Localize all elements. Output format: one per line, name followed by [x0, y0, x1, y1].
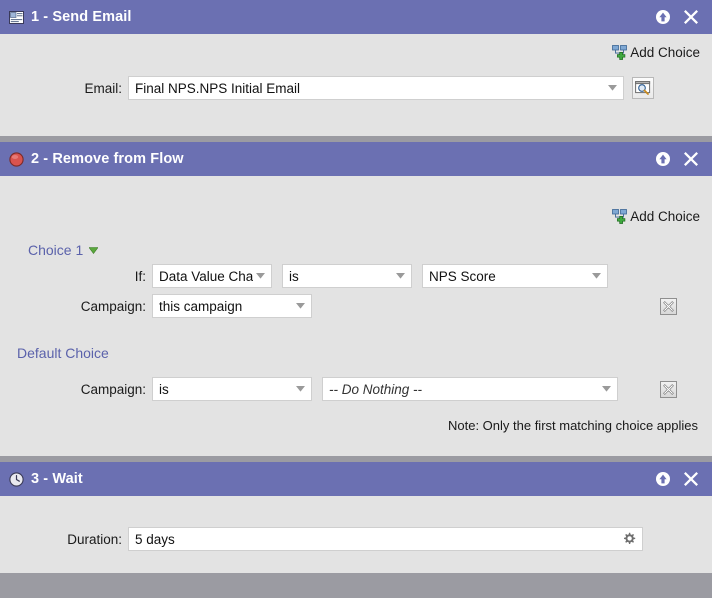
choice-1-delete-button[interactable] — [660, 297, 677, 315]
close-icon[interactable] — [680, 468, 702, 490]
email-preview-button[interactable] — [632, 77, 654, 99]
chevron-down-icon[interactable] — [393, 273, 407, 279]
duration-value: 5 days — [135, 531, 175, 547]
email-input[interactable]: Final NPS.NPS Initial Email — [128, 76, 624, 100]
remove-icon — [8, 151, 24, 167]
email-value: Final NPS.NPS Initial Email — [135, 80, 301, 96]
default-choice-delete-button[interactable] — [660, 380, 677, 398]
chevron-down-icon[interactable] — [589, 273, 603, 279]
choice-note: Note: Only the first matching choice app… — [447, 418, 698, 433]
default-campaign-label: Campaign: — [80, 381, 146, 397]
choice-1-campaign-row: Campaign: this campaign — [0, 294, 712, 318]
default-campaign-select[interactable]: is — [152, 377, 312, 401]
default-campaign-value: is — [159, 381, 169, 397]
add-choice-label: Add Choice — [630, 44, 700, 60]
panel-title-remove-from-flow: 2 - Remove from Flow — [31, 151, 184, 167]
add-choice-row-2: Add Choice — [0, 176, 712, 226]
chevron-down-icon[interactable] — [293, 386, 307, 392]
email-field-row: Email: Final NPS.NPS Initial Email — [0, 62, 712, 100]
duration-label: Duration: — [67, 531, 122, 547]
choice-1-condition-row: If: Data Value Cha is NPS Score — [0, 264, 712, 288]
email-icon — [8, 9, 24, 25]
add-choice-row-1: Add Choice — [0, 34, 712, 62]
add-choice-icon — [612, 208, 628, 224]
close-icon[interactable] — [680, 6, 702, 28]
chevron-down-icon[interactable] — [89, 246, 99, 254]
move-up-button[interactable] — [652, 148, 674, 170]
chevron-down-icon[interactable] — [253, 273, 267, 279]
choice-1-heading[interactable]: Choice 1 — [0, 226, 712, 264]
gear-icon[interactable] — [620, 532, 638, 546]
default-action-select[interactable]: -- Do Nothing -- — [322, 377, 618, 401]
email-label: Email: — [84, 80, 122, 96]
add-choice-button[interactable]: Add Choice — [612, 44, 700, 60]
panel-body-remove-from-flow: Add Choice Choice 1 If: Data Value Cha i… — [0, 176, 712, 456]
close-icon[interactable] — [680, 148, 702, 170]
panel-body-wait: Duration: 5 days — [0, 496, 712, 573]
flow-step-wait: 3 - Wait Duration: 5 days — [0, 462, 712, 573]
panel-title-send-email: 1 - Send Email — [31, 9, 132, 25]
clock-icon — [8, 471, 24, 487]
default-choice-label: Default Choice — [17, 345, 109, 361]
default-choice-campaign-row: Campaign: is -- Do Nothing -- — [0, 377, 712, 401]
campaign-label: Campaign: — [80, 298, 146, 314]
choice-1-campaign-value: this campaign — [159, 298, 243, 314]
chevron-down-icon[interactable] — [605, 85, 619, 91]
duration-input[interactable]: 5 days — [128, 527, 643, 551]
chevron-down-icon[interactable] — [599, 386, 613, 392]
default-action-value: -- Do Nothing -- — [329, 381, 423, 397]
condition-field-value: Data Value Cha — [159, 268, 253, 284]
condition-operator-value: is — [289, 268, 299, 284]
move-up-button[interactable] — [652, 6, 674, 28]
flow-step-send-email: 1 - Send Email Add Choice Email: Final N… — [0, 0, 712, 136]
panel-body-send-email: Add Choice Email: Final NPS.NPS Initial … — [0, 34, 712, 136]
panel-header-send-email[interactable]: 1 - Send Email — [0, 0, 712, 34]
move-up-button[interactable] — [652, 468, 674, 490]
panel-header-remove-from-flow[interactable]: 2 - Remove from Flow — [0, 142, 712, 176]
panel-header-wait[interactable]: 3 - Wait — [0, 462, 712, 496]
duration-field-row: Duration: 5 days — [0, 496, 712, 551]
choice-1-label: Choice 1 — [28, 242, 84, 258]
flow-editor: 1 - Send Email Add Choice Email: Final N… — [0, 0, 712, 598]
condition-value-select[interactable]: NPS Score — [422, 264, 608, 288]
condition-value-value: NPS Score — [429, 268, 496, 284]
choice-note-row: Note: Only the first matching choice app… — [0, 406, 712, 443]
if-label: If: — [134, 268, 146, 284]
condition-operator-select[interactable]: is — [282, 264, 412, 288]
flow-step-remove-from-flow: 2 - Remove from Flow Add Choice Choice 1… — [0, 142, 712, 456]
choice-1-campaign-select[interactable]: this campaign — [152, 294, 312, 318]
add-choice-label: Add Choice — [630, 208, 700, 224]
condition-field-select[interactable]: Data Value Cha — [152, 264, 272, 288]
panel-title-wait: 3 - Wait — [31, 471, 83, 487]
add-choice-button[interactable]: Add Choice — [612, 208, 700, 224]
chevron-down-icon[interactable] — [293, 303, 307, 309]
add-choice-icon — [612, 44, 628, 60]
default-choice-heading[interactable]: Default Choice — [0, 323, 712, 365]
